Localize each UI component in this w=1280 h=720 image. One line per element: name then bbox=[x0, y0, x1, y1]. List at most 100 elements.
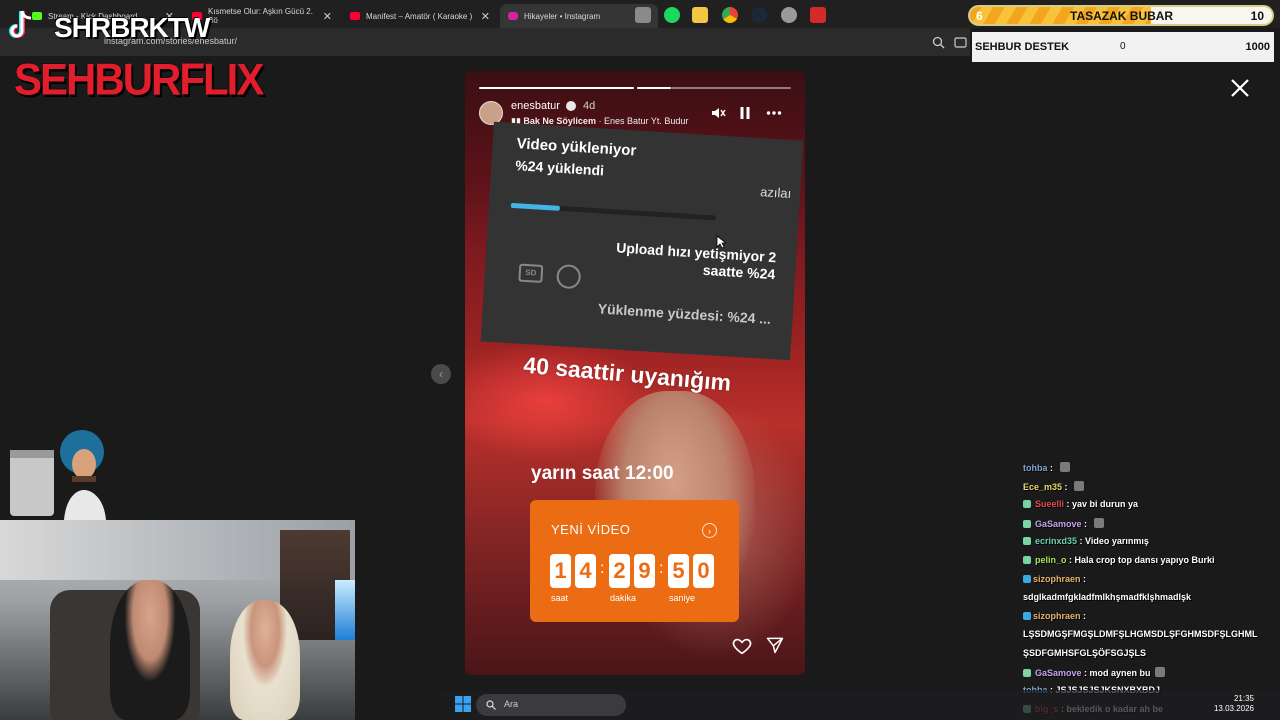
chat-username[interactable]: GaSamove bbox=[1035, 519, 1082, 529]
chat-username[interactable]: sizophraen bbox=[1033, 574, 1081, 584]
sd-icon: SD bbox=[518, 263, 544, 283]
chat-message: Sueelli : yav bi durun ya bbox=[1023, 499, 1138, 509]
chat-username[interactable]: Sueelli bbox=[1035, 499, 1064, 509]
story-card[interactable]: enesbatur 4d ▮▮ Bak Ne Söylicem · Enes B… bbox=[465, 71, 805, 675]
chat-separator: : bbox=[1062, 481, 1071, 492]
chat-message: sizophraen : bbox=[1023, 611, 1086, 621]
chat-badge-icon bbox=[1023, 537, 1031, 546]
mute-icon[interactable] bbox=[710, 105, 726, 121]
chat-username[interactable]: tohba bbox=[1023, 463, 1048, 473]
chat-separator: : bbox=[1047, 463, 1056, 473]
countdown-label-hours: saat bbox=[551, 593, 569, 603]
story-progress-current bbox=[637, 87, 671, 89]
install-app-icon[interactable] bbox=[954, 36, 967, 49]
heart-icon[interactable] bbox=[731, 635, 753, 657]
chat-separator: : bbox=[1064, 499, 1073, 510]
countdown-digit: 0 bbox=[693, 554, 714, 588]
clock-time: 21:35 bbox=[1233, 694, 1254, 703]
upload-progress-bar bbox=[510, 202, 716, 221]
previous-story-button[interactable]: ‹ bbox=[431, 364, 451, 384]
stream-brand-logo: SEHBURFLIX bbox=[14, 54, 264, 105]
countdown-digit: 9 bbox=[634, 554, 655, 588]
chat-emote-icon bbox=[1154, 666, 1165, 677]
instagram-icon bbox=[508, 12, 518, 20]
story-progress-remaining bbox=[671, 87, 791, 89]
story-username[interactable]: enesbatur bbox=[511, 100, 560, 112]
app-icon[interactable] bbox=[781, 7, 797, 23]
countdown-digit: 5 bbox=[668, 554, 689, 588]
chat-username[interactable]: pelin_o bbox=[1035, 555, 1067, 565]
screen: Stream - Kick Dashboard ✕ Kısmetse Olur:… bbox=[0, 0, 1280, 720]
steam-icon[interactable] bbox=[751, 7, 767, 23]
chat-username[interactable]: sizophraen bbox=[1033, 611, 1081, 621]
chat-badge-icon bbox=[1023, 556, 1031, 564]
search-icon bbox=[486, 700, 496, 710]
taskbar-clock[interactable]: 21:35 13.03.2026 bbox=[1210, 694, 1254, 714]
taskbar-search[interactable]: Ara bbox=[476, 694, 626, 716]
close-story-icon[interactable] bbox=[1228, 76, 1252, 100]
support-goal-current: 0 bbox=[1120, 41, 1126, 52]
countdown-sticker[interactable]: YENİ VİDEO › 1 4 : 2 9 : 5 0 saat dakika… bbox=[530, 500, 739, 622]
file-explorer-icon[interactable] bbox=[692, 7, 708, 23]
bob-ross-overlay-image bbox=[10, 430, 106, 520]
task-view-icon[interactable] bbox=[635, 7, 651, 23]
countdown-label-minutes: dakika bbox=[610, 593, 637, 603]
chat-emote-icon bbox=[1059, 462, 1070, 472]
chat-emote-icon bbox=[1074, 480, 1085, 491]
zoom-icon[interactable] bbox=[932, 36, 945, 49]
obs-app-icon[interactable] bbox=[810, 7, 826, 23]
chat-username[interactable]: ecrinxd35 bbox=[1035, 536, 1077, 546]
verified-badge-icon bbox=[566, 101, 576, 111]
chat-message: GaSamove : mod aynen bu bbox=[1023, 666, 1165, 678]
tab-label: Hikayeler • Instagram bbox=[524, 11, 601, 21]
chevron-right-icon[interactable]: › bbox=[702, 523, 717, 538]
chat-separator: : bbox=[1081, 667, 1090, 678]
countdown-colon: : bbox=[600, 560, 605, 577]
chat-username[interactable]: GaSamove bbox=[1035, 668, 1082, 678]
pause-icon[interactable] bbox=[737, 105, 753, 121]
send-icon[interactable] bbox=[765, 635, 785, 655]
countdown-digit: 1 bbox=[550, 554, 571, 588]
tab-label: Manifest – Amatör ( Karaoke ) bbox=[366, 11, 473, 21]
streamer-person bbox=[110, 580, 190, 720]
chat-message: LŞSDMGŞFMGŞLDMFŞLHGMSDLŞFGHMSDFŞLGHML bbox=[1023, 629, 1257, 639]
upload-percent-text: %24 yüklendi bbox=[514, 157, 605, 179]
search-placeholder: Ara bbox=[504, 699, 519, 709]
support-goal-name: SEHBUR DESTEK bbox=[975, 41, 1070, 53]
chat-text: yav bi durun ya bbox=[1072, 499, 1139, 510]
chat-badge-icon bbox=[1023, 500, 1031, 509]
chat-text: sdglkadmfgkladfmlkhşmadfklşhmadlşk bbox=[1023, 592, 1192, 603]
countdown-digit: 4 bbox=[575, 554, 596, 588]
goal-target: 10 bbox=[1250, 9, 1264, 23]
story-time-ago: 4d bbox=[583, 100, 596, 112]
clock-date: 13.03.2026 bbox=[1213, 704, 1254, 713]
webcam-feed bbox=[0, 520, 355, 720]
chat-message: sizophraen : bbox=[1023, 574, 1086, 584]
chat-emote-icon bbox=[1093, 517, 1104, 528]
stream-chat: tohba : Ece_m35 : Sueelli : yav bi durun… bbox=[1020, 462, 1276, 720]
upload-speed-message: Upload hızı yetişmiyor 2 saatte %24 bbox=[615, 239, 777, 283]
upload-progress-fill bbox=[510, 202, 561, 211]
chat-message: ecrinxd35 : Video yarınmış bbox=[1023, 536, 1149, 546]
spotify-icon[interactable] bbox=[664, 7, 680, 23]
mouse-cursor-icon bbox=[716, 235, 726, 249]
chat-separator: : bbox=[1077, 536, 1086, 547]
chat-message: GaSamove : bbox=[1023, 517, 1104, 529]
goal-count: 6 bbox=[976, 9, 983, 23]
windows-start-icon[interactable] bbox=[455, 696, 471, 712]
close-icon[interactable]: ✕ bbox=[323, 10, 332, 23]
chat-message: Ece_m35 : bbox=[1023, 480, 1085, 492]
guest-person bbox=[230, 600, 300, 720]
more-options-icon[interactable] bbox=[766, 105, 782, 121]
chrome-icon[interactable] bbox=[722, 7, 738, 23]
chat-badge-icon bbox=[1023, 519, 1031, 528]
tiktok-icon bbox=[9, 10, 32, 38]
tab-manifest-karaoke[interactable]: Manifest – Amatör ( Karaoke ) ✕ bbox=[342, 4, 498, 28]
close-icon[interactable]: ✕ bbox=[481, 10, 490, 23]
chat-text: ŞSDFGMHSFGLŞÖFSGJŞLS bbox=[1023, 648, 1147, 658]
chat-username[interactable]: Ece_m35 bbox=[1023, 482, 1062, 492]
chat-badge-icon bbox=[1023, 611, 1031, 620]
countdown-label-seconds: saniye bbox=[669, 593, 696, 603]
webcam-light bbox=[335, 580, 355, 640]
chat-separator: : bbox=[1080, 573, 1087, 584]
